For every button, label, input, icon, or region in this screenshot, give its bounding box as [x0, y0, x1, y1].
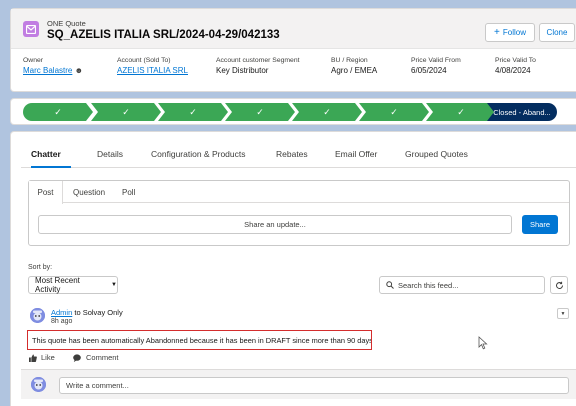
path-step-2[interactable]: ✓: [91, 103, 161, 121]
publisher-tabs: Post Question Poll: [29, 181, 569, 204]
path-step-6[interactable]: ✓: [359, 103, 429, 121]
tab-rebates[interactable]: Rebates: [276, 149, 308, 159]
post-timestamp[interactable]: 8h ago: [51, 318, 72, 325]
check-icon: ✓: [122, 106, 130, 117]
sort-by-label: Sort by:: [28, 264, 53, 271]
record-tabs: Chatter Details Configuration & Products…: [21, 142, 576, 168]
caret-down-icon: ▼: [111, 282, 117, 288]
record-header: ONE Quote SQ_AZELIS ITALIA SRL/2024-04-2…: [10, 8, 576, 92]
path-step-current[interactable]: Closed - Aband...: [487, 103, 557, 121]
check-icon: ✓: [390, 106, 398, 117]
field-segment: Account customer Segment Key Distributor: [216, 57, 300, 75]
search-icon: [386, 281, 394, 289]
post-author-link[interactable]: Admin: [51, 308, 72, 317]
record-title: SQ_AZELIS ITALIA SRL/2024-04-29/042133: [47, 29, 280, 41]
post-author-line: Admin to Solvay Only: [51, 308, 123, 317]
record-header-top: ONE Quote SQ_AZELIS ITALIA SRL/2024-04-2…: [11, 9, 576, 49]
comment-button[interactable]: Comment: [73, 353, 119, 362]
clone-button[interactable]: Clone: [539, 23, 575, 42]
follow-button[interactable]: + Follow: [485, 23, 535, 42]
mouse-cursor-icon: [478, 336, 488, 350]
path-step-4[interactable]: ✓: [225, 103, 295, 121]
current-user-avatar: [31, 377, 46, 392]
field-account: Account (Sold To) AZELIS ITALIA SRL: [117, 57, 188, 75]
field-bu-region: BU / Region Agro / EMEA: [331, 57, 378, 75]
tab-configuration-products[interactable]: Configuration & Products: [151, 149, 246, 159]
check-icon: ✓: [54, 106, 62, 117]
check-icon: ✓: [189, 106, 197, 117]
comment-input[interactable]: Write a comment...: [59, 377, 569, 394]
feed-search-input[interactable]: Search this feed...: [379, 276, 545, 294]
post-actions-menu[interactable]: ▼: [557, 308, 569, 319]
stage-path: ✓ ✓ ✓ ✓ ✓ ✓ ✓ Closed - Aband...: [10, 98, 576, 125]
comment-icon: [73, 353, 81, 362]
refresh-icon: [555, 281, 563, 289]
post-body: This quote has been automatically Abando…: [27, 330, 372, 350]
check-icon: ✓: [256, 106, 264, 117]
object-type-label: ONE Quote: [47, 19, 86, 28]
field-price-valid-to: Price Valid To 4/08/2024: [495, 57, 536, 75]
check-icon: ✓: [457, 106, 465, 117]
owner-link[interactable]: Marc Balastre: [23, 66, 72, 75]
active-tab-indicator: [31, 166, 71, 168]
tab-details[interactable]: Details: [97, 149, 123, 159]
field-owner: Owner Marc Balastre ☻: [23, 57, 84, 75]
thumbs-up-icon: [29, 354, 37, 362]
change-owner-icon[interactable]: ☻: [75, 66, 83, 75]
main-card: Chatter Details Configuration & Products…: [10, 131, 576, 406]
quote-object-icon: [23, 21, 39, 37]
account-link[interactable]: AZELIS ITALIA SRL: [117, 66, 188, 75]
tab-grouped-quotes[interactable]: Grouped Quotes: [405, 149, 468, 159]
author-avatar[interactable]: [30, 308, 45, 323]
sort-by-select[interactable]: Most Recent Activity ▼: [28, 276, 118, 294]
check-icon: ✓: [323, 106, 331, 117]
publisher-tab-question[interactable]: Question: [73, 181, 105, 203]
path-step-3[interactable]: ✓: [158, 103, 228, 121]
tab-chatter[interactable]: Chatter: [31, 149, 61, 159]
path-step-5[interactable]: ✓: [292, 103, 362, 121]
post-target: to Solvay Only: [74, 308, 123, 317]
share-update-input[interactable]: Share an update...: [38, 215, 512, 234]
field-price-valid-from: Price Valid From 6/05/2024: [411, 57, 461, 75]
publisher-tab-post[interactable]: Post: [29, 181, 63, 204]
path-step-1[interactable]: ✓: [23, 103, 93, 121]
plus-icon: +: [494, 27, 500, 38]
comment-composer: Write a comment...: [21, 369, 576, 399]
publisher: Post Question Poll Share an update... Sh…: [28, 180, 570, 246]
path-step-7[interactable]: ✓: [426, 103, 496, 121]
refresh-feed-button[interactable]: [550, 276, 568, 294]
caret-down-icon: ▼: [560, 310, 566, 317]
publisher-tab-poll[interactable]: Poll: [122, 181, 135, 203]
like-button[interactable]: Like: [29, 353, 55, 362]
tab-email-offer[interactable]: Email Offer: [335, 149, 377, 159]
share-button[interactable]: Share: [522, 215, 558, 234]
